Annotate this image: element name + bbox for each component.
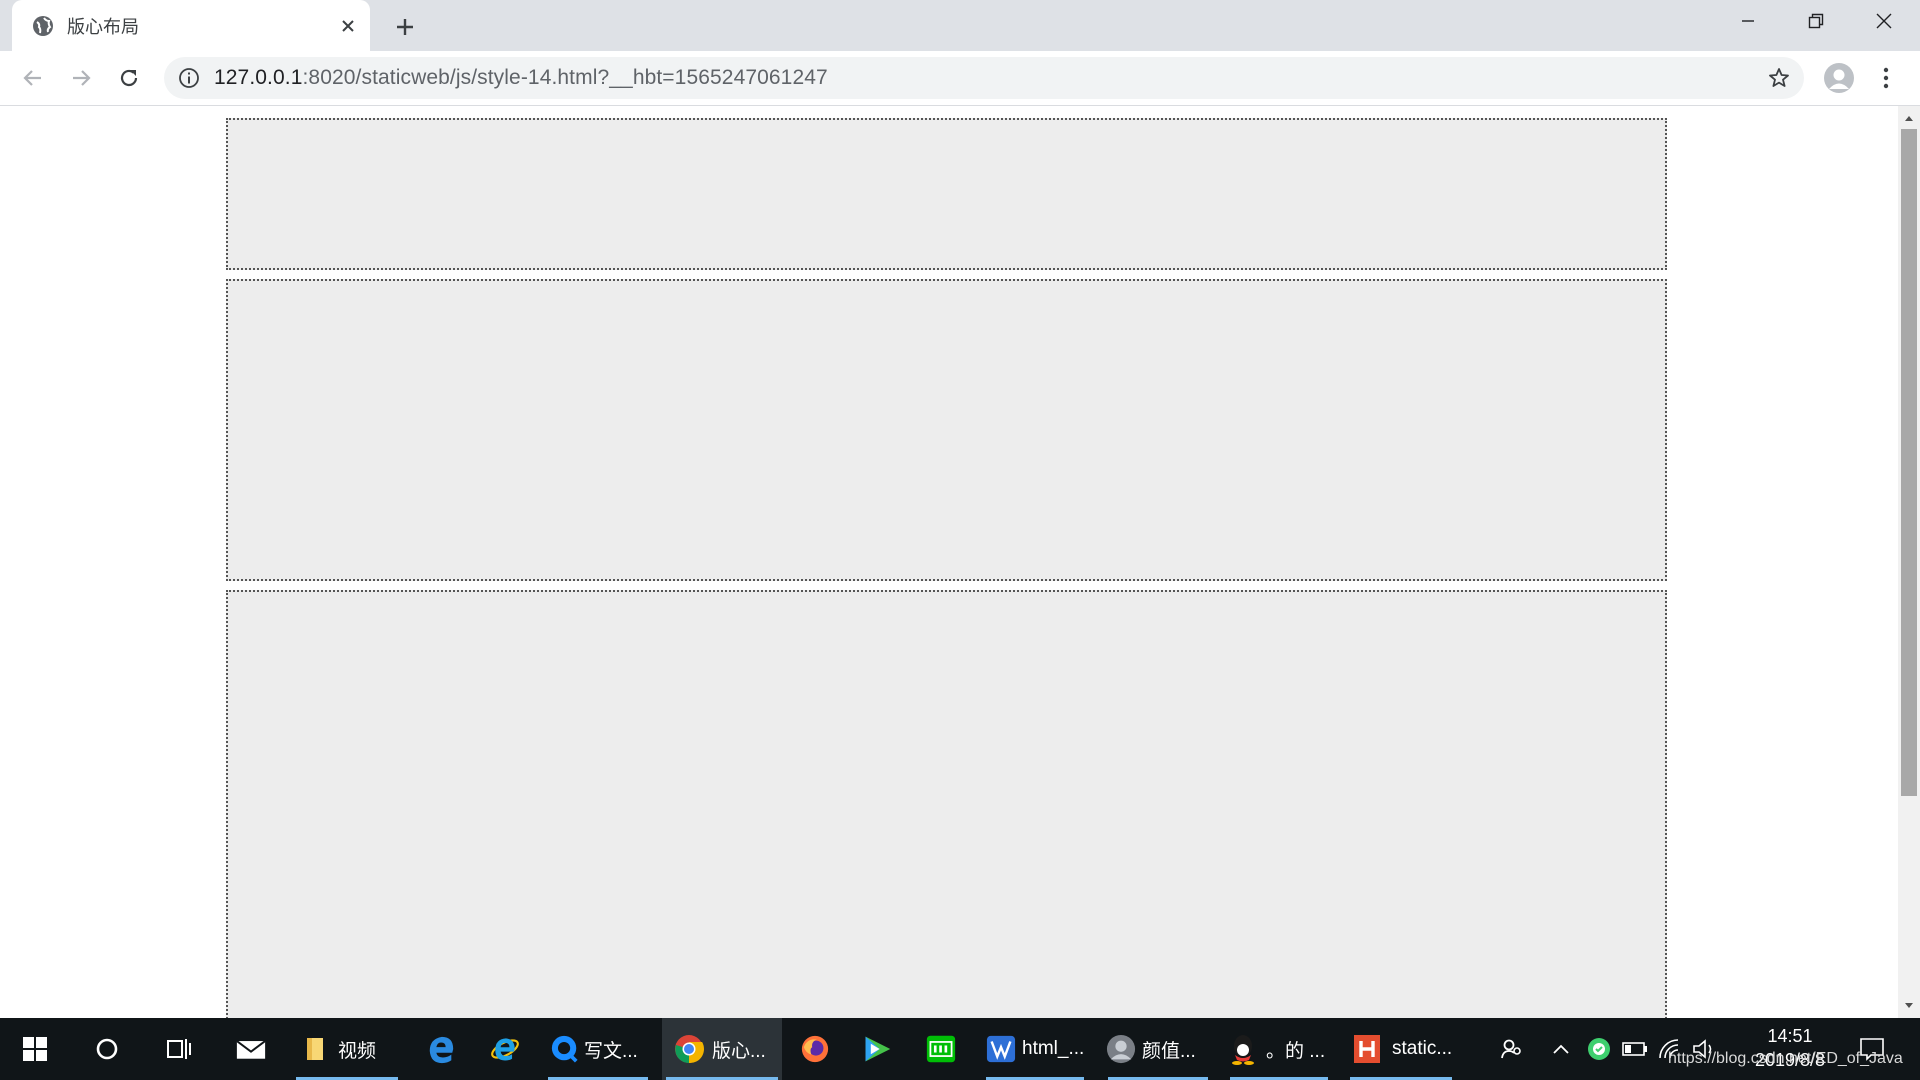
- network-indicator[interactable]: [1656, 1018, 1686, 1080]
- address-bar[interactable]: 127.0.0.1:8020/staticweb/js/style-14.htm…: [164, 57, 1804, 99]
- iqiyi-app[interactable]: [916, 1018, 966, 1080]
- cortana-icon: [92, 1034, 122, 1064]
- scroll-up-icon[interactable]: [1903, 112, 1915, 124]
- taskbar-item-label: 。的 ...: [1266, 1040, 1326, 1062]
- action-center-button[interactable]: [1852, 1018, 1892, 1080]
- people-button[interactable]: [1496, 1018, 1526, 1080]
- restore-icon[interactable]: [1782, 0, 1850, 42]
- windows-icon: [20, 1034, 50, 1064]
- minimize-icon[interactable]: [1714, 0, 1782, 42]
- taskbar-item-chrome[interactable]: 版心...: [662, 1018, 782, 1080]
- bookmark-star-icon[interactable]: [1768, 67, 1790, 89]
- taskbar-item-label: 颜值...: [1142, 1040, 1196, 1062]
- chrome-icon: [674, 1034, 704, 1064]
- url-path: :8020/staticweb/js/style-14.html?__hbt=1…: [302, 66, 828, 89]
- mail-app[interactable]: [216, 1018, 286, 1080]
- internet-explorer-icon: [490, 1034, 520, 1064]
- site-info-icon[interactable]: [178, 67, 200, 89]
- start-button[interactable]: [0, 1018, 70, 1080]
- qq-browser-icon: [550, 1034, 580, 1064]
- blog-watermark: https://blog.csdn.net/ED_of_Java: [1668, 1050, 1903, 1067]
- tab-strip: 版心布局: [0, 0, 1920, 51]
- taskbar-item-label: html_...: [1022, 1038, 1085, 1059]
- taskbar: 视频 写文... 版心... html_... 颜值... 。的 ... sta…: [0, 1018, 1920, 1080]
- volume-indicator[interactable]: [1690, 1018, 1720, 1080]
- close-tab-icon[interactable]: [336, 14, 360, 38]
- iqiyi-icon: [926, 1034, 956, 1064]
- tab-title: 版心布局: [67, 16, 139, 37]
- back-button[interactable]: [18, 63, 48, 93]
- taskbar-item-label: 版心...: [712, 1040, 766, 1062]
- more-menu-icon[interactable]: [1876, 63, 1896, 93]
- battery-icon: [1620, 1034, 1650, 1064]
- task-view-icon: [164, 1034, 194, 1064]
- edge-icon: [426, 1034, 456, 1064]
- tray-overflow-button[interactable]: [1548, 1018, 1574, 1080]
- clock-time: 14:51: [1767, 1026, 1813, 1046]
- people-icon: [1496, 1034, 1526, 1064]
- vertical-scrollbar[interactable]: [1898, 106, 1920, 1018]
- taskbar-item-qq[interactable]: 。的 ...: [1226, 1018, 1332, 1080]
- play-icon: [862, 1034, 892, 1064]
- scroll-down-icon[interactable]: [1903, 1000, 1915, 1012]
- chevron-up-icon: [1548, 1034, 1574, 1064]
- firefox-app[interactable]: [790, 1018, 840, 1080]
- page-viewport: [0, 106, 1898, 1018]
- taskbar-item-videos[interactable]: 视频: [292, 1018, 402, 1080]
- taskbar-item-vscode[interactable]: html_...: [982, 1018, 1088, 1080]
- browser-toolbar: 127.0.0.1:8020/staticweb/js/style-14.htm…: [0, 51, 1920, 106]
- vscode-icon: [986, 1034, 1016, 1064]
- banner-box: [226, 279, 1667, 581]
- folder-icon: [300, 1034, 330, 1064]
- ie-app[interactable]: [472, 1018, 538, 1080]
- url-host: 127.0.0.1: [214, 66, 303, 89]
- taskbar-item-label: 视频: [338, 1040, 377, 1062]
- search-button[interactable]: [72, 1018, 142, 1080]
- battery-indicator[interactable]: [1620, 1018, 1650, 1080]
- shield-icon: [1584, 1034, 1614, 1064]
- firefox-icon: [800, 1034, 830, 1064]
- edge-app[interactable]: [406, 1018, 476, 1080]
- scrollbar-thumb[interactable]: [1901, 129, 1917, 796]
- content-box: [226, 590, 1667, 1018]
- window-close-icon[interactable]: [1850, 0, 1918, 42]
- tray-security-app[interactable]: [1584, 1018, 1614, 1080]
- reload-button[interactable]: [114, 63, 144, 93]
- header-box: [226, 118, 1667, 270]
- forward-button[interactable]: [66, 63, 96, 93]
- taskbar-item-photo[interactable]: 颜值...: [1104, 1018, 1212, 1080]
- profile-avatar[interactable]: [1824, 63, 1854, 93]
- taskbar-item-qqbrowser[interactable]: 写文...: [544, 1018, 652, 1080]
- qq-icon: [1228, 1034, 1258, 1065]
- task-view-button[interactable]: [144, 1018, 214, 1080]
- taskbar-item-label: 写文...: [584, 1040, 638, 1062]
- taskbar-item-label: static...: [1392, 1038, 1453, 1059]
- mail-icon: [236, 1034, 266, 1064]
- avatar-app-icon: [1106, 1034, 1136, 1064]
- globe-icon: [32, 15, 54, 37]
- browser-tab[interactable]: 版心布局: [12, 0, 370, 51]
- video-player-app[interactable]: [852, 1018, 902, 1080]
- url-text[interactable]: 127.0.0.1:8020/staticweb/js/style-14.htm…: [214, 66, 828, 90]
- hbuilder-icon: [1352, 1034, 1382, 1064]
- new-tab-button[interactable]: [390, 12, 420, 42]
- taskbar-item-hbuilder[interactable]: static...: [1346, 1018, 1456, 1080]
